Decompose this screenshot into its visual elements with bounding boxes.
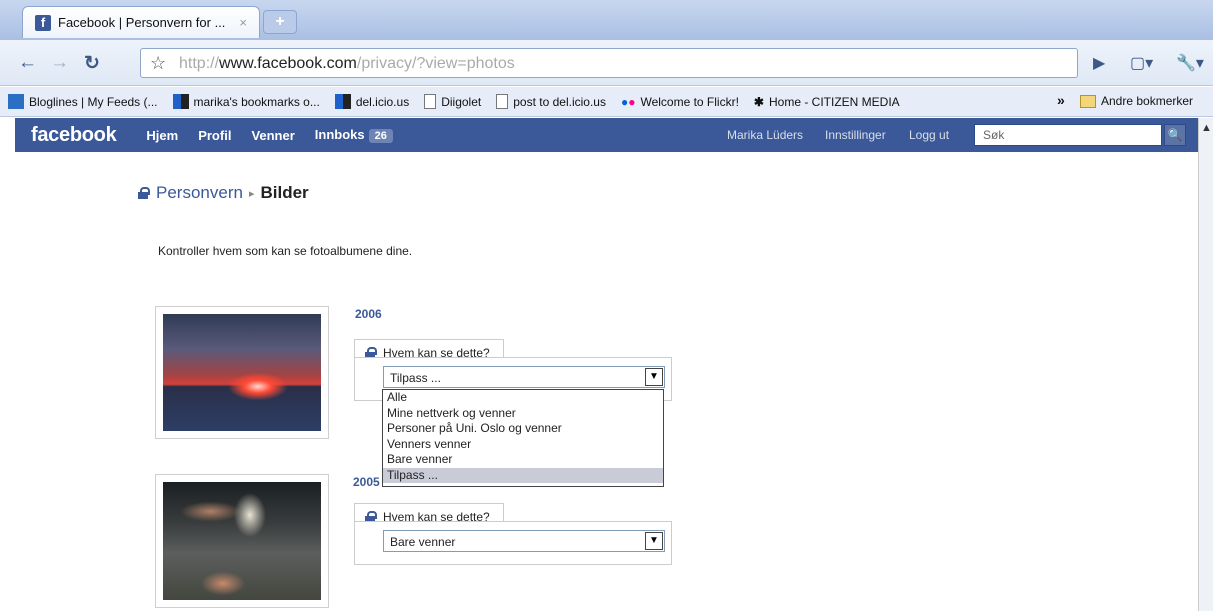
dropdown-option-selected[interactable]: Tilpass ... [383, 467, 663, 483]
facebook-logo[interactable]: facebook [31, 124, 117, 147]
address-bar[interactable]: ☆ http://www.facebook.com/privacy/?view=… [140, 48, 1078, 78]
privacy-panel: Bare venner ▼ [354, 521, 672, 565]
selected-value: Tilpass ... [390, 371, 441, 385]
bookmark-item[interactable]: post to del.icio.us [496, 94, 606, 109]
flickr-icon: ●● [620, 94, 636, 109]
album-year[interactable]: 2005 [353, 475, 380, 489]
page-icon [424, 94, 437, 109]
privacy-dropdown-list: Alle Mine nettverk og venner Personer på… [382, 389, 664, 487]
reload-icon[interactable]: ↻ [84, 52, 100, 75]
dropdown-option[interactable]: Personer på Uni. Oslo og venner [383, 421, 663, 437]
bookmarks-overflow-icon[interactable]: » [1057, 92, 1065, 108]
wrestling-photo [163, 482, 321, 600]
album-year[interactable]: 2006 [355, 307, 382, 321]
album-thumbnail[interactable] [155, 474, 329, 608]
chevron-down-icon[interactable]: ▼ [645, 368, 663, 386]
forward-arrow-icon[interactable]: → [50, 52, 69, 74]
wrench-menu-icon[interactable]: 🔧▾ [1176, 53, 1204, 73]
privacy-select[interactable]: Tilpass ... ▼ [383, 366, 665, 388]
nav-innboks[interactable]: Innboks 26 [315, 127, 393, 143]
dropdown-option[interactable]: Bare venner [383, 452, 663, 468]
bookmark-item[interactable]: Diigolet [424, 94, 481, 109]
browser-tab[interactable]: f Facebook | Personvern for ... × [22, 6, 260, 38]
user-name-link[interactable]: Marika Lüders [727, 128, 803, 142]
tab-close-icon[interactable]: × [239, 15, 247, 30]
bookmark-item[interactable]: marika's bookmarks o... [172, 94, 320, 109]
nav-venner[interactable]: Venner [251, 128, 294, 143]
tab-title: Facebook | Personvern for ... [58, 15, 226, 30]
citizen-media-icon: ✱ [753, 94, 764, 109]
bookmark-star-icon[interactable]: ☆ [150, 53, 166, 74]
selected-value: Bare venner [390, 535, 456, 549]
breadcrumb: Personvern ▸ Bilder [138, 183, 309, 203]
search-icon[interactable]: 🔍 [1164, 124, 1186, 146]
page-icon [496, 94, 509, 109]
bookmark-item[interactable]: ●● Welcome to Flickr! [621, 95, 739, 109]
album-thumbnail[interactable] [155, 306, 329, 439]
page-title: Bilder [260, 183, 309, 202]
new-tab-button[interactable]: + [263, 10, 297, 34]
facebook-header: facebook Hjem Profil Venner Innboks 26 Ma… [15, 118, 1198, 152]
dropdown-option[interactable]: Mine nettverk og venner [383, 406, 663, 422]
page-menu-icon[interactable]: ▢▾ [1130, 53, 1153, 73]
facebook-favicon-icon: f [35, 14, 51, 31]
intro-text: Kontroller hvem som kan se fotoalbumene … [158, 244, 413, 258]
breadcrumb-personvern[interactable]: Personvern [156, 183, 243, 203]
breadcrumb-separator-icon: ▸ [248, 187, 255, 200]
browser-toolbar: ← → ↻ ☆ http://www.facebook.com/privacy/… [0, 40, 1213, 86]
back-arrow-icon[interactable]: ← [18, 52, 37, 74]
vertical-scrollbar[interactable]: ▲ [1198, 118, 1213, 611]
delicious-icon [172, 94, 189, 109]
other-bookmarks-folder[interactable]: Andre bokmerker [1080, 94, 1193, 108]
delicious-icon [334, 94, 351, 109]
bookmarks-bar: Bloglines | My Feeds (... marika's bookm… [0, 87, 1213, 117]
nav-profil[interactable]: Profil [198, 128, 231, 143]
privacy-select[interactable]: Bare venner ▼ [383, 530, 665, 552]
tab-strip: f Facebook | Personvern for ... × + [0, 0, 1213, 40]
nav-hjem[interactable]: Hjem [146, 128, 178, 143]
settings-link[interactable]: Innstillinger [825, 128, 886, 142]
lock-icon [138, 187, 150, 199]
bloglines-icon [8, 94, 24, 109]
url-text: http://www.facebook.com/privacy/?view=ph… [179, 55, 515, 72]
bookmark-item[interactable]: Bloglines | My Feeds (... [8, 94, 158, 109]
folder-icon [1080, 94, 1096, 108]
inbox-count-badge: 26 [368, 129, 393, 143]
scroll-up-arrow-icon[interactable]: ▲ [1201, 122, 1212, 134]
logout-link[interactable]: Logg ut [909, 128, 949, 142]
bookmark-item[interactable]: ✱ Home - CITIZEN MEDIA [754, 95, 900, 109]
dropdown-option[interactable]: Venners venner [383, 437, 663, 453]
dropdown-option[interactable]: Alle [383, 390, 663, 406]
chevron-down-icon[interactable]: ▼ [645, 532, 663, 550]
search-input[interactable]: Søk [974, 124, 1162, 146]
play-icon[interactable]: ▶ [1093, 53, 1105, 73]
sunset-photo [163, 314, 321, 431]
bookmark-item[interactable]: del.icio.us [334, 94, 409, 109]
